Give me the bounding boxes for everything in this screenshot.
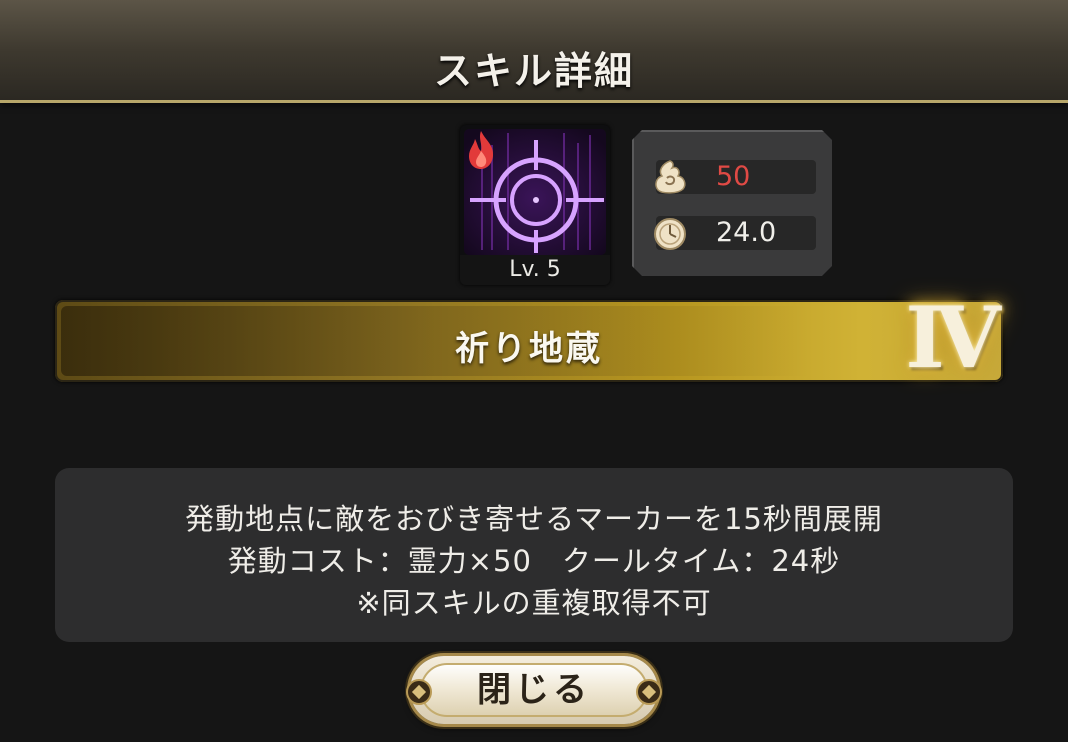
spirit-flame-icon [655, 160, 686, 194]
skill-description-panel: 発動地点に敵をおびき寄せるマーカーを15秒間展開 発動コスト：霊力×50 クール… [55, 468, 1013, 642]
description-line: ※同スキルの重複取得不可 [356, 586, 712, 620]
cost-value: 50 [716, 161, 751, 192]
close-button-label: 閉じる [477, 670, 591, 710]
skill-icon-card[interactable]: Lv. 5 [460, 125, 610, 285]
cooldown-stat: 24.0 [654, 216, 816, 250]
skill-level: Lv. 5 [460, 255, 610, 285]
fire-icon [469, 131, 494, 169]
cost-stat: 50 [655, 160, 816, 194]
header-bar: スキル詳細 [0, 0, 1068, 103]
description-line: 発動コスト：霊力×50 クールタイム：24秒 [227, 544, 841, 578]
skill-name-bar: 祈り地蔵 [55, 300, 1003, 382]
close-button[interactable]: 閉じる [406, 656, 662, 724]
skill-rank-badge: Ⅳ [905, 288, 1001, 387]
skill-name: 祈り地蔵 [455, 329, 603, 369]
description-line: 発動地点に敵をおびき寄せるマーカーを15秒間展開 [185, 502, 883, 536]
page-title: スキル詳細 [433, 49, 634, 93]
skill-stats-panel: 50 24.0 [632, 130, 832, 276]
stopwatch-icon [654, 218, 686, 250]
cooldown-value: 24.0 [716, 217, 777, 248]
